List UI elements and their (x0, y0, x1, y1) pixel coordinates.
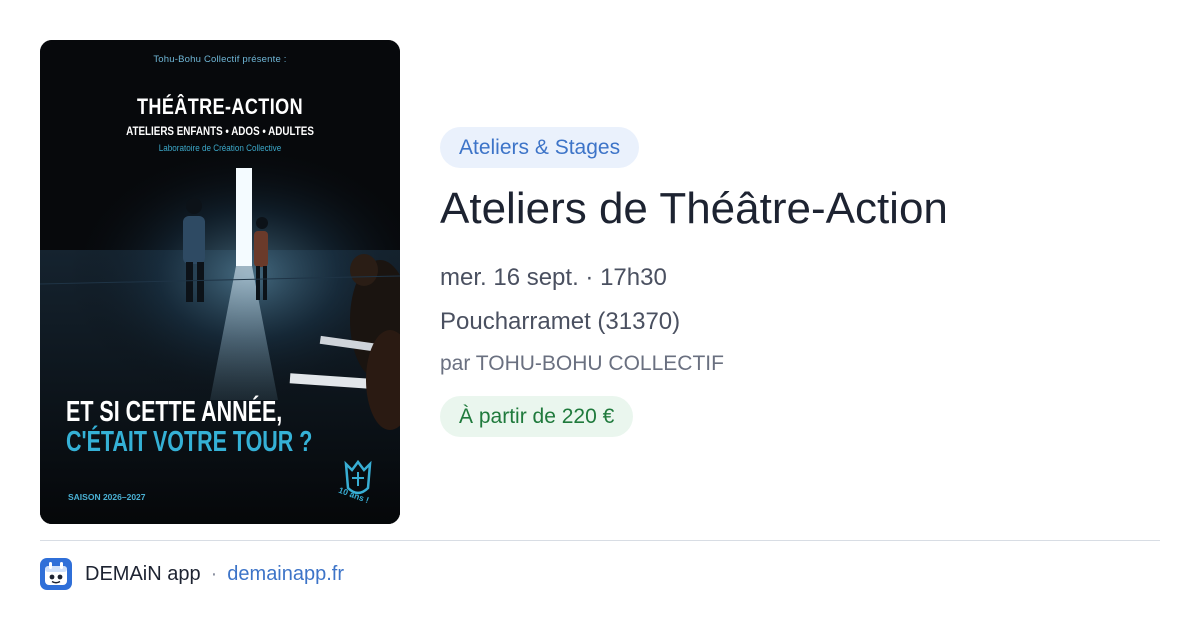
price-badge: À partir de 220 € (440, 396, 634, 437)
event-title: Ateliers de Théâtre-Action (440, 184, 948, 233)
footer: DEMAiN app · demainapp.fr (40, 558, 344, 590)
event-date: mer. 16 sept. · 17h30 (440, 264, 667, 291)
event-organizer: par TOHU-BOHU COLLECTIF (440, 352, 724, 375)
event-poster: Tohu-Bohu Collectif présente : THÉÂTRE-A… (40, 40, 400, 524)
event-location: Poucharramet (31370) (440, 308, 681, 335)
poster-lab-text: Laboratoire de Création Collective (158, 143, 282, 153)
poster-season: SAISON 2026–2027 (68, 492, 146, 502)
footer-divider (40, 540, 1160, 541)
app-domain-link[interactable]: demainapp.fr (227, 563, 344, 586)
footer-separator: · (210, 562, 218, 585)
poster-title: THÉÂTRE-ACTION (136, 94, 304, 119)
poster-presents-text: Tohu-Bohu Collectif présente : (153, 54, 287, 65)
app-name: DEMAiN app (85, 562, 201, 585)
demain-app-icon[interactable] (40, 558, 72, 590)
poster-headline-line1: ET SI CETTE ANNÉE, (66, 396, 283, 428)
poster-subtitle: ATELIERS ENFANTS • ADOS • ADULTES (126, 124, 314, 138)
category-badge[interactable]: Ateliers & Stages (440, 127, 640, 168)
poster-headline-line2: C'ÉTAIT VOTRE TOUR ? (66, 426, 313, 458)
